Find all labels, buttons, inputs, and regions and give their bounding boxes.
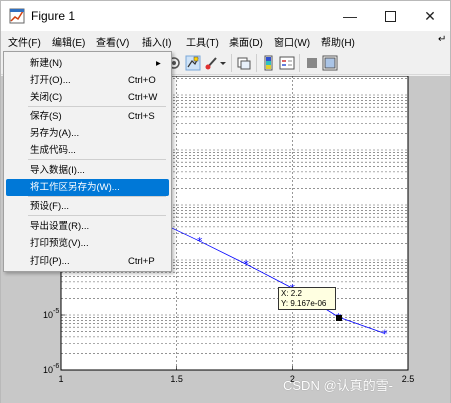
dropdown-arrow-icon[interactable] (219, 55, 227, 71)
maximize-button[interactable] (370, 1, 410, 31)
menu-help[interactable]: 帮助(H) (321, 34, 355, 49)
y-tick-label: 10 (43, 310, 53, 320)
file-menu-item[interactable]: 将工作区另存为(W)... (6, 179, 169, 196)
file-menu-item-shortcut: Ctrl+W (128, 92, 158, 103)
menu-separator (28, 106, 166, 107)
file-menu-item-label: 保存(S) (30, 111, 62, 122)
datatip-anchor[interactable] (336, 315, 342, 321)
file-menu-item-label: 打开(O)... (30, 75, 71, 86)
file-menu-item[interactable]: 生成代码... (6, 142, 169, 159)
file-menu-item-label: 关闭(C) (30, 92, 63, 103)
file-menu-item-label: 打印预览(V)... (30, 238, 89, 249)
data-point-marker[interactable]: * (197, 235, 203, 248)
datatip-y: Y: 9.167e-06 (281, 299, 327, 308)
file-menu-item-label: 导入数据(I)... (30, 165, 85, 176)
minimize-icon: ― (343, 8, 357, 24)
legend-icon[interactable] (279, 55, 295, 71)
brush-icon[interactable] (204, 55, 220, 71)
file-menu-item[interactable]: 另存为(A)... (6, 125, 169, 142)
y-tick-exponent: -6 (53, 363, 59, 370)
data-cursor-icon[interactable] (185, 55, 201, 71)
colorbar-icon[interactable] (261, 55, 277, 71)
menu-edit[interactable]: 编辑(E) (52, 34, 85, 49)
link-icon[interactable] (236, 55, 252, 71)
file-menu-item[interactable]: 打印预览(V)... (6, 235, 169, 252)
toolbar-separator (231, 54, 232, 72)
x-tick-label: 1 (58, 374, 63, 384)
y-tick-exponent: -5 (53, 308, 59, 315)
y-tick-label: 10 (43, 365, 53, 375)
show-plot-tools-icon[interactable] (322, 55, 338, 71)
menu-file[interactable]: 文件(F) (8, 34, 41, 49)
close-icon: ✕ (424, 7, 436, 24)
file-menu-item-label: 导出设置(R)... (30, 221, 90, 232)
minimize-button[interactable]: ― (330, 1, 370, 31)
hide-plot-tools-icon[interactable] (304, 55, 320, 71)
matlab-figure-icon (9, 8, 25, 24)
maximize-icon (384, 10, 396, 22)
file-menu-item-label: 生成代码... (30, 145, 76, 156)
close-button[interactable]: ✕ (410, 1, 450, 31)
file-menu-item[interactable]: 导入数据(I)... (6, 162, 169, 179)
submenu-arrow-icon: ▸ (156, 58, 161, 69)
window-title: Figure 1 (31, 9, 76, 23)
file-menu-item[interactable]: 预设(F)... (6, 198, 169, 215)
datatip-x: X: 2.2 (281, 289, 302, 298)
menu-overflow-icon[interactable]: ↵ (438, 34, 446, 45)
file-menu-item[interactable]: 导出设置(R)... (6, 218, 169, 235)
file-menu-item-shortcut: Ctrl+P (128, 256, 155, 267)
menu-bar: 文件(F) 编辑(E) 查看(V) 插入(I) 工具(T) 桌面(D) 窗口(W… (1, 31, 450, 51)
datatip[interactable]: X: 2.2 Y: 9.167e-06 (278, 287, 336, 310)
toolbar-separator (299, 54, 300, 72)
menu-view[interactable]: 查看(V) (96, 34, 129, 49)
figure-window: Figure 1 ― ✕ 文件(F) 编辑(E) 查看(V) 插入(I) 工具(… (0, 0, 451, 403)
menu-separator (28, 215, 166, 216)
file-menu-item-label: 打印(P)... (30, 256, 70, 267)
menu-desktop[interactable]: 桌面(D) (229, 34, 263, 49)
file-menu-item[interactable]: 新建(N) ▸ (6, 55, 169, 72)
file-menu-item[interactable]: 保存(S) Ctrl+S (6, 108, 169, 125)
file-menu-item-shortcut: Ctrl+O (128, 75, 156, 86)
toolbar-separator (256, 54, 257, 72)
file-menu-item-label: 将工作区另存为(W)... (30, 182, 120, 193)
title-bar: Figure 1 ― ✕ (1, 1, 450, 31)
watermark: CSDN @认真的雪- (283, 378, 393, 393)
x-tick-label: 1.5 (170, 374, 183, 384)
menu-insert[interactable]: 插入(I) (142, 34, 171, 49)
menu-separator (28, 159, 166, 160)
file-menu-item[interactable]: 打印(P)... Ctrl+P (6, 253, 169, 270)
menu-separator (28, 196, 166, 197)
menu-window[interactable]: 窗口(W) (274, 34, 310, 49)
file-menu-item-shortcut: Ctrl+S (128, 111, 155, 122)
x-tick-label: 2.5 (402, 374, 415, 384)
data-point-marker[interactable]: * (243, 258, 249, 271)
file-menu-item-label: 新建(N) (30, 58, 63, 69)
file-menu-item-label: 预设(F)... (30, 201, 70, 212)
file-menu-item[interactable]: 打开(O)... Ctrl+O (6, 72, 169, 89)
file-menu-item[interactable]: 关闭(C) Ctrl+W (6, 89, 169, 106)
file-menu-item-label: 另存为(A)... (30, 128, 80, 139)
data-point-marker[interactable]: * (382, 328, 388, 341)
menu-tools[interactable]: 工具(T) (186, 34, 219, 49)
file-menu-dropdown: 新建(N) ▸ 打开(O)... Ctrl+O 关闭(C) Ctrl+W 保存(S) Ctrl… (3, 51, 172, 272)
